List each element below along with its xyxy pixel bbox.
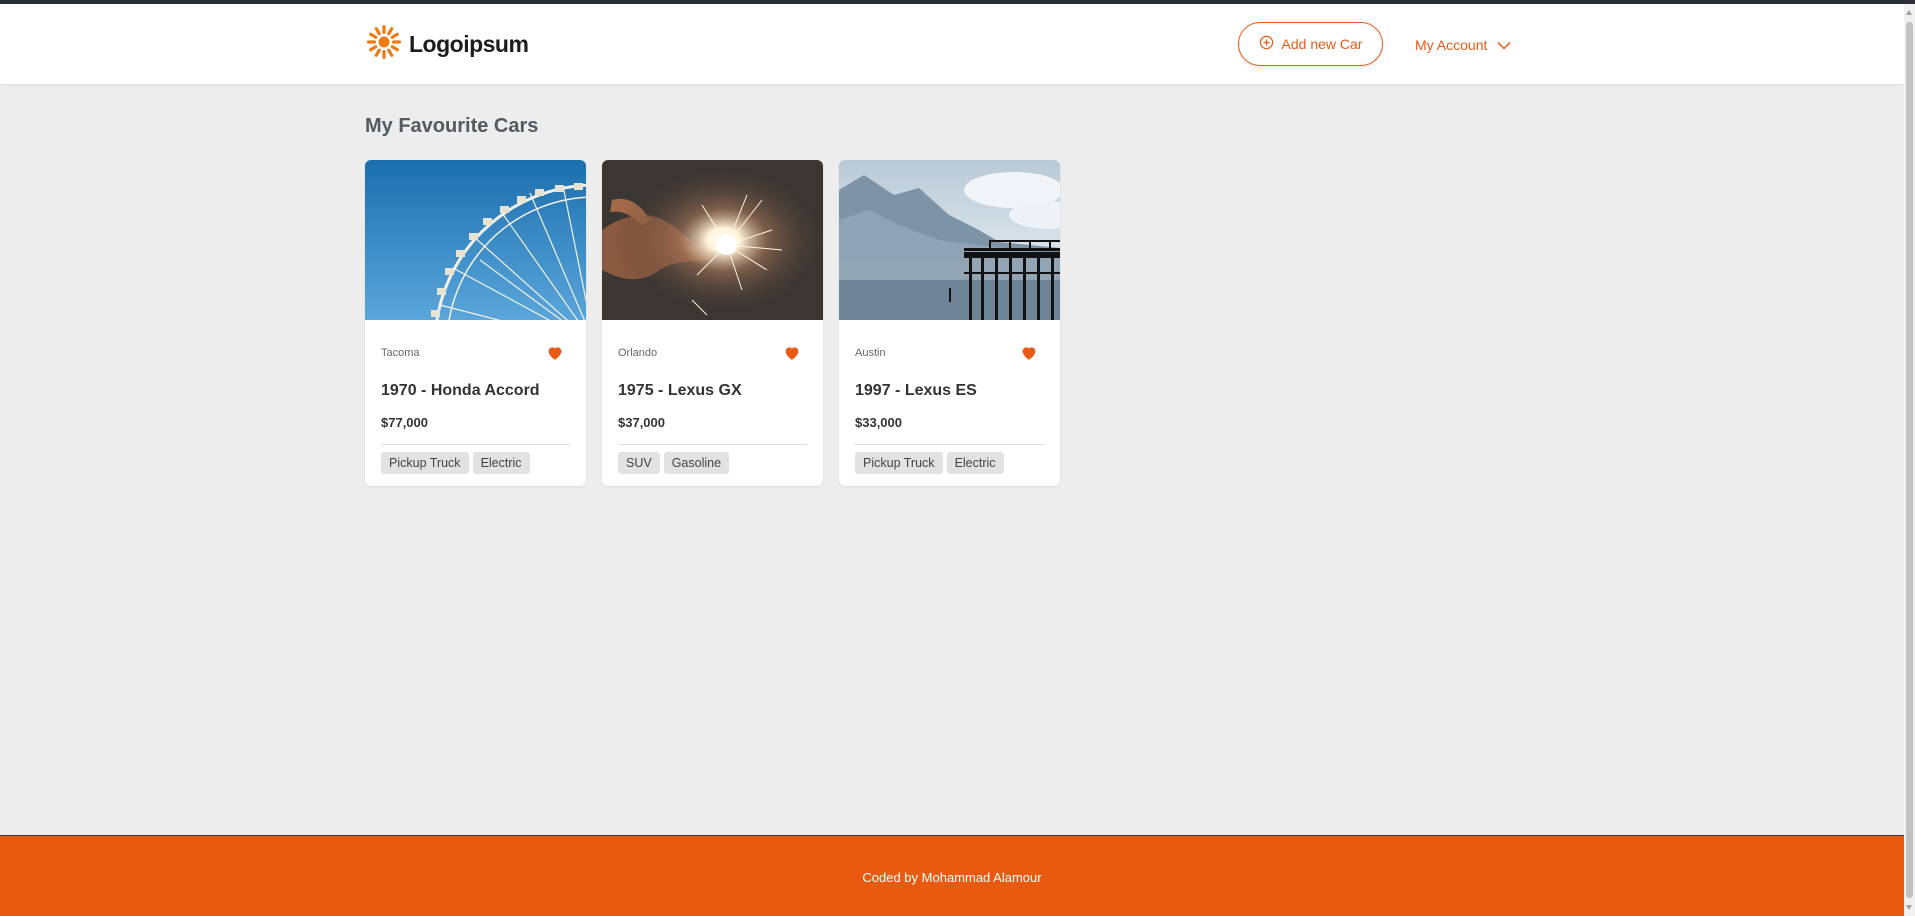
car-image-ferris-wheel (365, 160, 586, 320)
car-tags: SUV Gasoline (618, 452, 730, 474)
card-divider (855, 444, 1044, 445)
page-scrollbar[interactable] (1904, 4, 1915, 916)
car-city: Orlando (618, 347, 658, 359)
car-price: $37,000 (618, 415, 665, 430)
car-city: Austin (855, 347, 886, 359)
car-image-lake-pier (839, 160, 1060, 320)
car-card[interactable]: Orlando 1975 - Lexus GX $37,000 SUV Gaso… (602, 160, 823, 486)
car-price: $33,000 (855, 415, 902, 430)
heart-icon[interactable] (783, 344, 801, 362)
favourite-cars-list: Tacoma 1970 - Honda Accord $77,000 Picku… (365, 160, 1060, 486)
car-title[interactable]: 1975 - Lexus GX (618, 382, 742, 400)
scroll-down-arrow-icon[interactable] (1906, 905, 1912, 910)
car-tag: SUV (618, 452, 660, 474)
car-card[interactable]: Tacoma 1970 - Honda Accord $77,000 Picku… (365, 160, 586, 486)
chevron-down-icon (1497, 37, 1511, 53)
add-new-car-label: Add new Car (1281, 36, 1363, 52)
heart-icon[interactable] (546, 344, 564, 362)
footer-credit: Coded by Mohammad Alamour (862, 870, 1042, 885)
car-price: $77,000 (381, 415, 428, 430)
car-tag: Pickup Truck (855, 452, 943, 474)
card-divider (618, 444, 807, 445)
scrollbar-thumb[interactable] (1906, 22, 1913, 898)
site-header: Logoipsum Add new Car My Account (0, 4, 1904, 84)
car-tags: Pickup Truck Electric (855, 452, 1004, 474)
add-new-car-button[interactable]: Add new Car (1238, 22, 1383, 66)
car-title[interactable]: 1970 - Honda Accord (381, 382, 540, 400)
sunburst-logo-icon (365, 23, 403, 66)
car-image-sparkler (602, 160, 823, 320)
my-account-dropdown[interactable]: My Account (1415, 34, 1511, 56)
car-tag: Electric (946, 452, 1004, 474)
page-title: My Favourite Cars (365, 115, 539, 137)
logo[interactable]: Logoipsum (365, 23, 529, 66)
car-title[interactable]: 1997 - Lexus ES (855, 382, 977, 400)
card-divider (381, 444, 570, 445)
car-tag: Gasoline (663, 452, 730, 474)
my-account-label: My Account (1415, 37, 1488, 53)
car-city: Tacoma (381, 347, 420, 359)
plus-circle-icon (1259, 35, 1274, 53)
car-tag: Pickup Truck (381, 452, 469, 474)
heart-icon[interactable] (1020, 344, 1038, 362)
car-card[interactable]: Austin 1997 - Lexus ES $33,000 Pickup Tr… (839, 160, 1060, 486)
scroll-up-arrow-icon[interactable] (1906, 10, 1912, 15)
car-tags: Pickup Truck Electric (381, 452, 530, 474)
car-tag: Electric (472, 452, 530, 474)
logo-text: Logoipsum (409, 30, 529, 57)
site-footer: Coded by Mohammad Alamour (0, 835, 1904, 916)
